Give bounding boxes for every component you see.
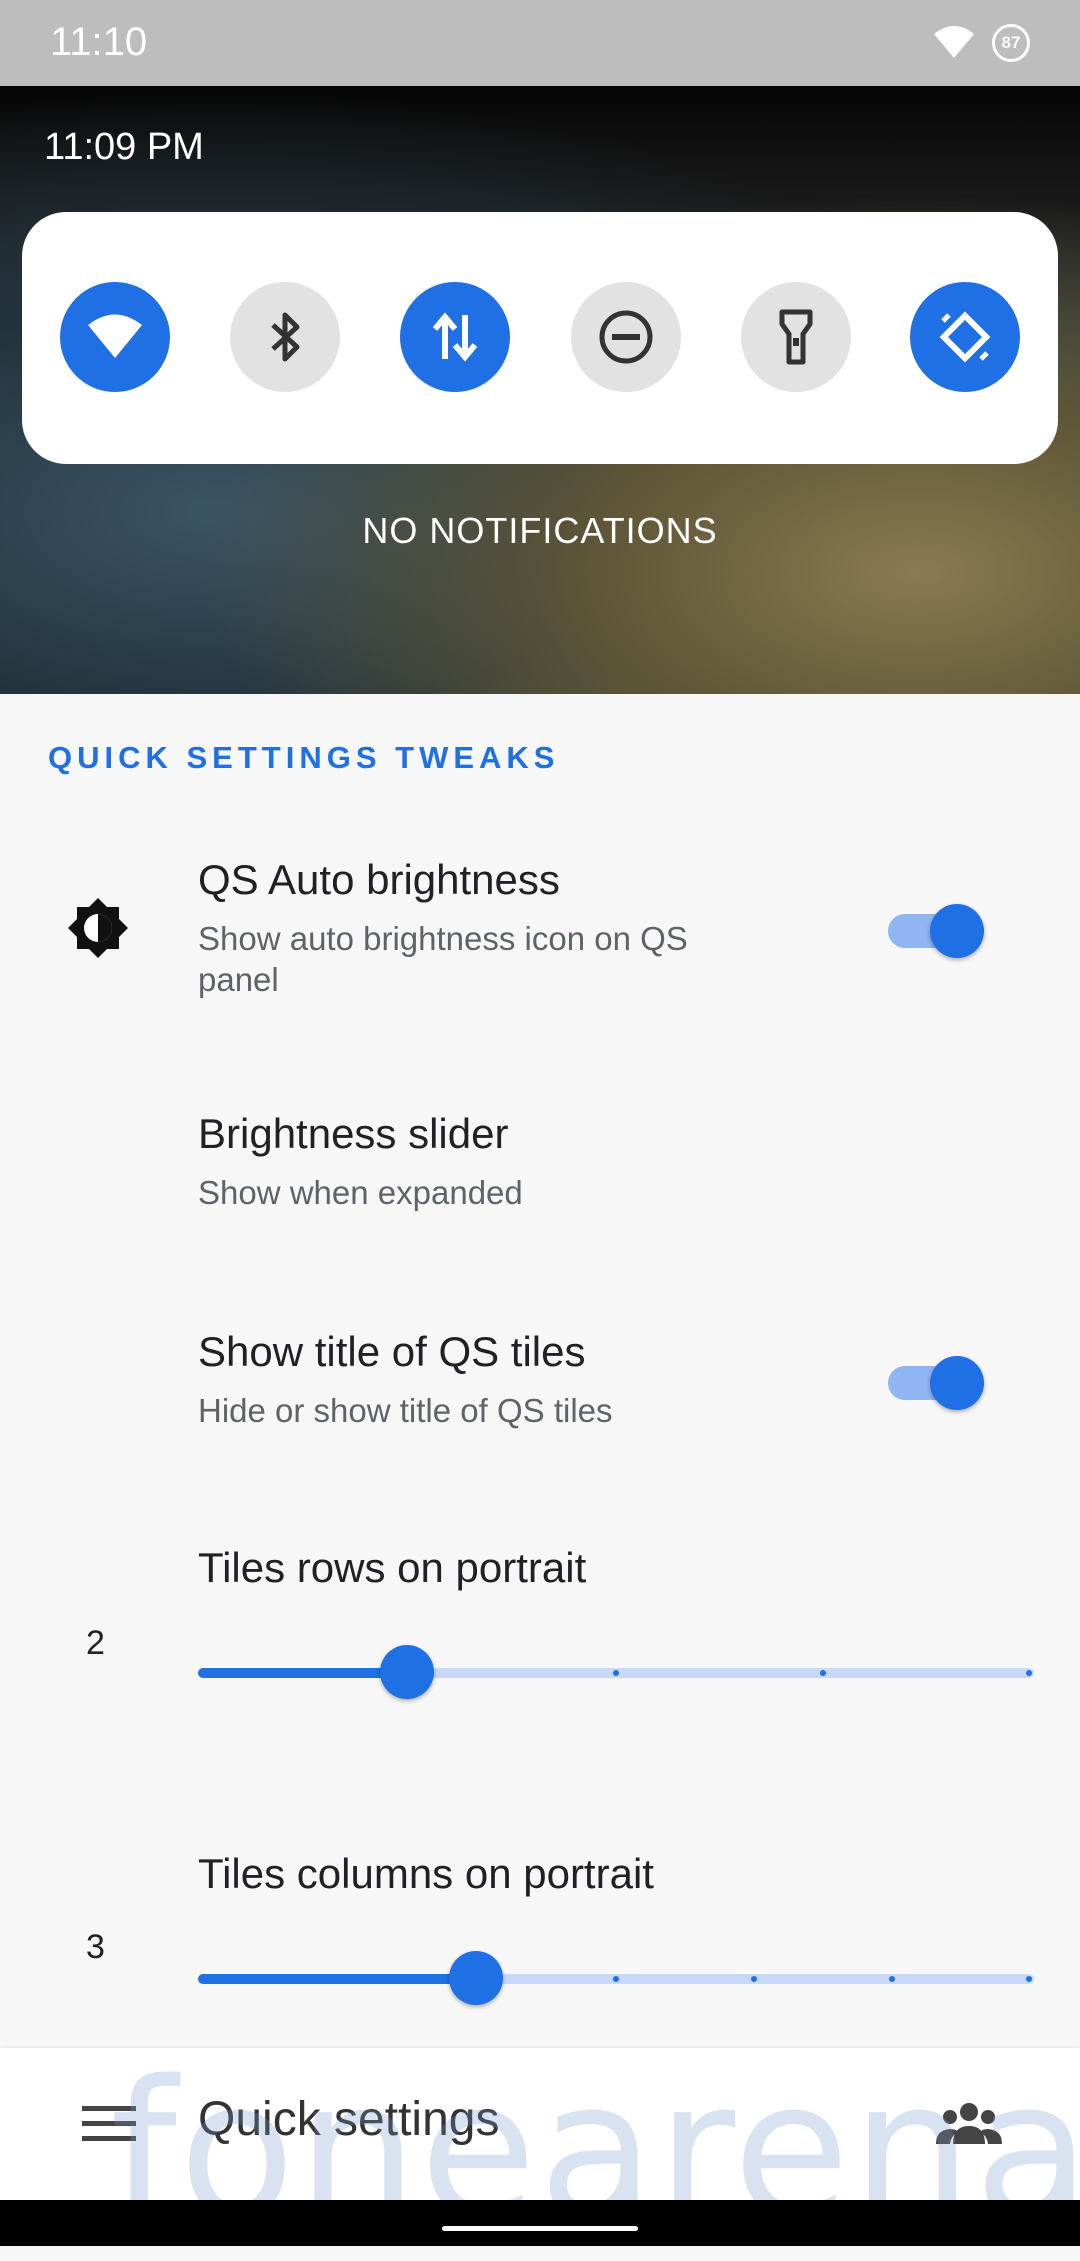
brightness-icon: [66, 896, 130, 965]
auto-brightness-toggle[interactable]: [886, 896, 990, 958]
columns-seekbar[interactable]: [198, 1950, 1034, 2006]
seekbar-tick: [751, 1976, 757, 1982]
show-title-toggle[interactable]: [886, 1348, 990, 1410]
pref-summary: Show when expanded: [198, 1174, 523, 1211]
pref-title: QS Auto brightness: [198, 856, 560, 903]
section-header: QUICK SETTINGS TWEAKS: [48, 740, 560, 775]
pref-title: Tiles rows on portrait: [198, 1544, 587, 1591]
status-time: 11:10: [50, 20, 148, 64]
bluetooth-icon: [271, 312, 300, 362]
wifi-signal-icon: [932, 24, 976, 65]
navigation-bar: [0, 2200, 1080, 2246]
seekbar-tick: [1026, 1670, 1032, 1676]
toggle-thumb: [930, 1356, 984, 1410]
tile-auto-rotate[interactable]: [910, 282, 1020, 392]
seekbar-fill: [198, 1668, 407, 1678]
wifi-icon: [88, 314, 142, 358]
pref-title: Show title of QS tiles: [198, 1328, 586, 1375]
no-notifications-label: NO NOTIFICATIONS: [362, 510, 718, 551]
tile-bluetooth[interactable]: [230, 282, 340, 392]
tile-mobile-data[interactable]: [400, 282, 510, 392]
status-bar: 11:10 87: [0, 0, 1080, 86]
pref-title: Tiles columns on portrait: [198, 1850, 654, 1897]
tile-wifi[interactable]: [60, 282, 170, 392]
auto-rotate-icon: [939, 311, 991, 363]
data-transfer-icon: [432, 312, 478, 362]
seekbar-tick: [820, 1670, 826, 1676]
seekbar-tick: [613, 1670, 619, 1676]
seekbar-thumb[interactable]: [449, 1951, 504, 2005]
shade-clock: 11:09 PM: [44, 126, 204, 168]
rows-seekbar[interactable]: [198, 1644, 1034, 1700]
seekbar-thumb[interactable]: [380, 1645, 434, 1699]
seekbar-value: 2: [86, 1624, 105, 1662]
quick-settings-panel: [22, 212, 1058, 464]
battery-icon: 87: [992, 24, 1030, 62]
seekbar-value: 3: [86, 1928, 105, 1966]
notification-shade[interactable]: 11:09 PM NO NOTIFICATIONS: [0, 86, 1080, 694]
pref-summary: Show auto brightness icon on QS panel: [198, 920, 688, 998]
tile-do-not-disturb[interactable]: [571, 282, 681, 392]
seekbar-tick: [889, 1976, 895, 1982]
pref-summary: Hide or show title of QS tiles: [198, 1392, 613, 1429]
seekbar-tick: [1026, 1976, 1032, 1982]
flashlight-icon: [779, 309, 813, 365]
pref-title: Brightness slider: [198, 1110, 509, 1157]
do-not-disturb-icon: [599, 310, 653, 364]
toggle-thumb: [930, 904, 984, 958]
tile-flashlight[interactable]: [741, 282, 851, 392]
seekbar-fill: [198, 1974, 477, 1984]
seekbar-tick: [613, 1976, 619, 1982]
home-gesture-handle[interactable]: [442, 2226, 638, 2231]
